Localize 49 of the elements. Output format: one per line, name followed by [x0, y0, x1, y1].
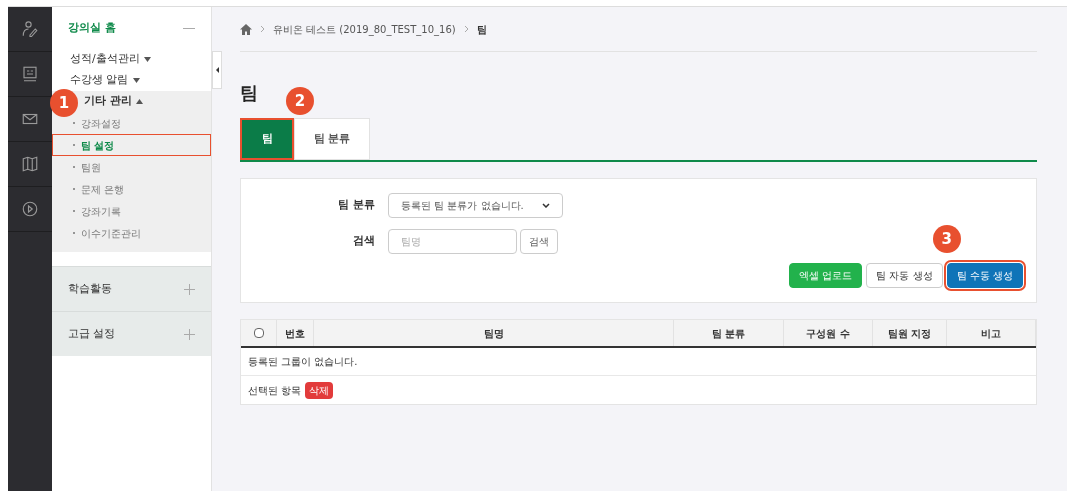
empty-message: 등록된 그룹이 없습니다.	[248, 355, 358, 369]
caret-icon	[132, 78, 140, 83]
column-header: 팀명	[314, 320, 674, 346]
submenu-item[interactable]: 문제 은행	[52, 178, 211, 200]
section-header[interactable]: 고급 설정	[52, 311, 211, 356]
chevron-down-icon	[542, 203, 550, 208]
play-icon[interactable]	[21, 200, 39, 218]
tab[interactable]: 팀 분류	[294, 118, 370, 160]
callout-badge: 1	[50, 89, 78, 117]
person-icon[interactable]	[21, 20, 39, 38]
column-header: 번호	[277, 320, 314, 346]
callout-badge: 3	[932, 225, 961, 253]
submenu-item[interactable]: 이수기준관리	[52, 222, 211, 244]
column-header: 구성원 수	[784, 320, 873, 346]
breadcrumb-item: 팀	[476, 22, 487, 37]
submenu-item[interactable]: 팀원	[52, 156, 211, 178]
breadcrumb-item[interactable]: 유비온 테스트 (2019_80_TEST_10_16)	[273, 21, 456, 37]
action-button[interactable]: 엑셀 업로드	[789, 263, 863, 288]
submenu-item[interactable]: 팀 설정	[52, 134, 211, 156]
caret-icon	[143, 57, 151, 62]
checkbox[interactable]	[253, 328, 264, 338]
presentation-icon[interactable]	[21, 65, 39, 83]
home-icon[interactable]	[240, 23, 252, 35]
column-header: 팀 분류	[674, 320, 784, 346]
search-label: 검색	[352, 233, 375, 250]
menu-item[interactable]: 기타 관리	[84, 93, 143, 110]
chevron-icon	[463, 25, 469, 33]
home-link[interactable]: 강의실 홈	[68, 19, 116, 37]
menu-item[interactable]: 성적/출석관리	[70, 51, 151, 68]
selected-label: 선택된 항목	[248, 383, 302, 398]
section-header[interactable]: 학습활동	[52, 266, 211, 311]
sidebar-toggle[interactable]	[212, 51, 222, 89]
page-title: 팀	[240, 84, 258, 102]
callout-badge: 2	[286, 87, 314, 115]
menu-item[interactable]: 수강생 알림	[70, 72, 140, 89]
category-select[interactable]: 등록된 팀 분류가 없습니다.	[388, 193, 563, 218]
column-header: 팀원 지정	[873, 320, 947, 346]
action-button[interactable]: 팀 자동 생성	[866, 263, 943, 288]
chevron-icon	[260, 25, 265, 33]
delete-button[interactable]: 삭제	[305, 381, 334, 399]
column-header: 비고	[947, 320, 1036, 346]
category-label: 팀 분류	[337, 197, 375, 214]
tab[interactable]: 팀	[240, 118, 294, 160]
submenu-item[interactable]: 강좌기록	[52, 200, 211, 222]
search-button[interactable]: 검색	[520, 229, 558, 254]
action-button[interactable]: 팀 수동 생성	[946, 263, 1023, 288]
map-icon[interactable]	[21, 155, 39, 173]
caret-icon	[135, 99, 143, 104]
search-field[interactable]: 팀명	[388, 229, 517, 254]
